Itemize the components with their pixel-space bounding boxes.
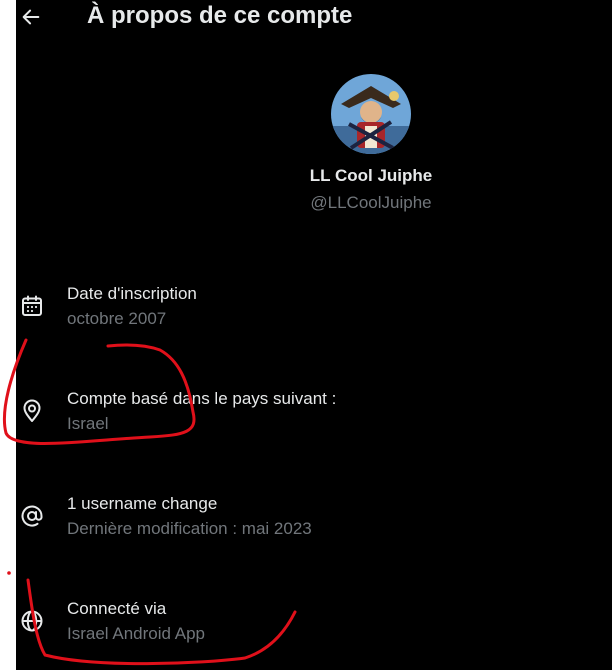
account-country-row: Compte basé dans le pays suivant : Israe… [16,389,576,449]
page-title: À propos de ce compte [87,2,353,29]
avatar[interactable] [331,74,411,154]
username-change-value: Dernière modification : mai 2023 [67,519,312,538]
join-date-row: Date d'inscription octobre 2007 [16,284,576,344]
connected-via-label: Connecté via [67,599,167,618]
account-country-value: Israel [67,414,109,433]
globe-icon [18,607,46,635]
at-sign-icon [18,502,46,530]
back-button[interactable] [18,4,44,30]
username-change-row: 1 username change Dernière modification … [16,494,576,554]
join-date-value: octobre 2007 [67,309,167,328]
about-account-page: À propos de ce compte LL Cool Juiphe @LL… [0,0,612,670]
username-change-label: 1 username change [67,494,218,513]
calendar-icon [18,292,46,320]
location-pin-icon [18,397,46,425]
connected-via-row: Connecté via Israel Android App [16,599,576,659]
left-margin [0,0,16,670]
cartoon-pirate-avatar-image [331,74,411,154]
account-country-label: Compte basé dans le pays suivant : [67,389,337,408]
arrow-left-icon [22,9,40,25]
join-date-label: Date d'inscription [67,284,197,303]
username-handle: @LLCoolJuiphe [310,193,432,212]
connected-via-value: Israel Android App [67,624,205,643]
header: À propos de ce compte [0,0,612,36]
display-name: LL Cool Juiphe [309,166,433,185]
